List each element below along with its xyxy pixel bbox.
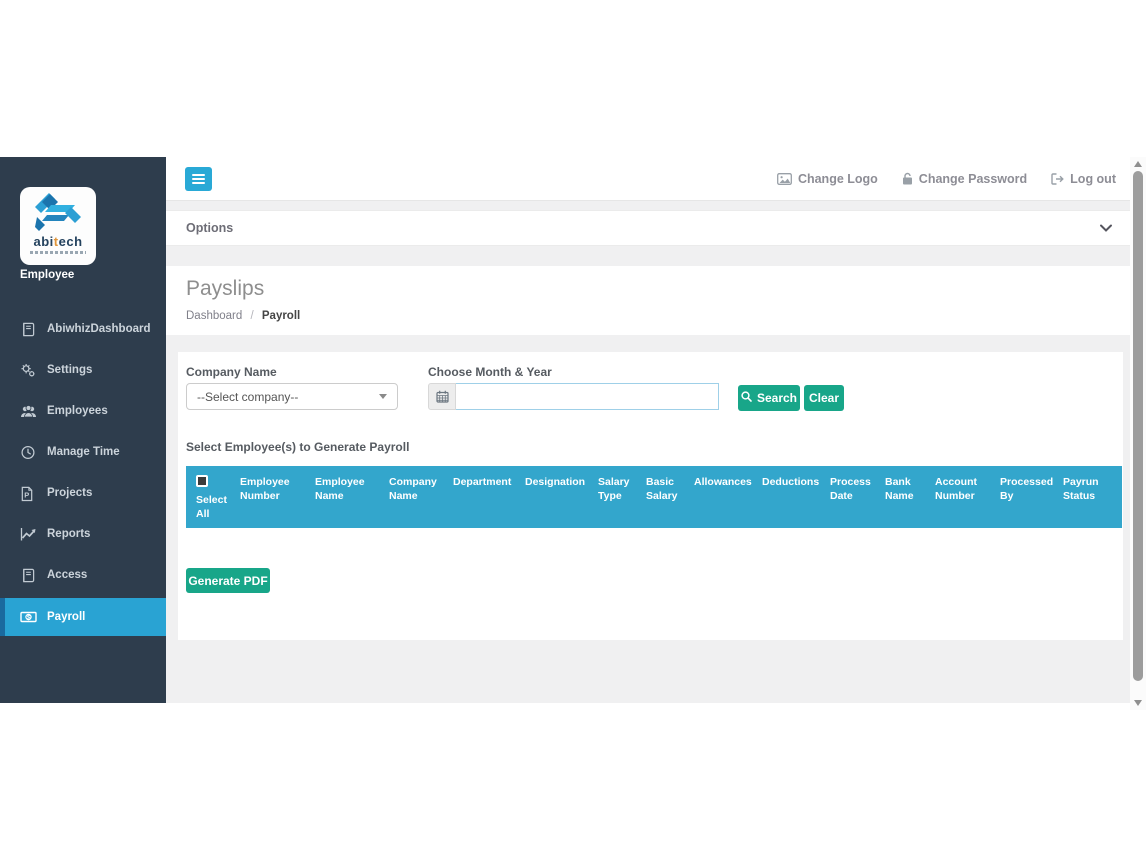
company-name-label: Company Name xyxy=(186,365,277,379)
column-header-bank-name: Bank Name xyxy=(878,466,928,528)
chart-line-icon xyxy=(20,526,37,542)
select-all-checkbox[interactable] xyxy=(196,475,208,487)
lock-icon xyxy=(902,172,913,185)
breadcrumb-dashboard[interactable]: Dashboard xyxy=(186,310,242,322)
users-icon xyxy=(20,403,37,419)
sidebar-item-settings[interactable]: Settings xyxy=(0,355,166,385)
payroll-table-header-row: Select All Employee Number Employee Name… xyxy=(186,466,1122,528)
book-icon xyxy=(20,567,37,583)
company-select-value: --Select company-- xyxy=(197,390,298,404)
sidebar-item-label: Manage Time xyxy=(47,446,120,458)
book-icon xyxy=(20,321,37,337)
page-title: Payslips xyxy=(186,277,264,301)
clear-button[interactable]: Clear xyxy=(804,385,844,411)
column-header-process-date: Process Date xyxy=(823,466,878,528)
sidebar-item-payroll[interactable]: $ Payroll xyxy=(0,598,166,636)
column-header-account-number: Account Number xyxy=(928,466,993,528)
project-file-icon: P xyxy=(20,485,37,501)
vertical-scrollbar xyxy=(1130,157,1146,710)
sidebar: abitech Employee AbiwhizDashboard Settin… xyxy=(0,157,166,703)
sidebar-item-label: Projects xyxy=(47,487,92,499)
options-panel-header[interactable]: Options xyxy=(166,210,1146,246)
logo-wordmark: abitech xyxy=(33,235,82,248)
page-heading-section: Payslips Dashboard / Payroll xyxy=(166,266,1146,335)
logo-tagline xyxy=(30,251,86,254)
search-icon xyxy=(741,391,752,405)
clear-button-label: Clear xyxy=(809,391,839,405)
sidebar-item-label: Reports xyxy=(47,528,90,540)
change-password-link[interactable]: Change Password xyxy=(902,172,1027,186)
change-logo-link[interactable]: Change Logo xyxy=(777,172,878,186)
breadcrumb: Dashboard / Payroll xyxy=(186,310,300,322)
svg-text:$: $ xyxy=(27,614,31,621)
column-header-department: Department xyxy=(446,466,518,528)
gears-icon xyxy=(20,362,37,378)
sidebar-item-label: Settings xyxy=(47,364,92,376)
sidebar-user-role: Employee xyxy=(20,269,74,281)
company-logo: abitech xyxy=(20,187,96,265)
sidebar-item-label: Access xyxy=(47,569,87,581)
column-header-employee-name: Employee Name xyxy=(308,466,382,528)
sidebar-item-label: Employees xyxy=(47,405,108,417)
sidebar-item-manage-time[interactable]: Manage Time xyxy=(0,437,166,467)
column-header-employee-number: Employee Number xyxy=(233,466,308,528)
scroll-down-arrow-icon[interactable] xyxy=(1130,696,1146,710)
image-icon xyxy=(777,173,792,185)
payroll-card: Company Name --Select company-- Choose M… xyxy=(178,352,1123,640)
column-header-basic-salary: Basic Salary xyxy=(639,466,687,528)
scrollbar-thumb[interactable] xyxy=(1133,171,1143,681)
change-logo-label: Change Logo xyxy=(798,172,878,186)
column-header-allowances: Allowances xyxy=(687,466,755,528)
month-year-input[interactable] xyxy=(456,383,719,410)
top-links: Change Logo Change Password Log out xyxy=(777,172,1146,186)
search-button-label: Search xyxy=(757,391,797,405)
generate-pdf-button[interactable]: Generate PDF xyxy=(186,568,270,593)
calendar-icon[interactable] xyxy=(428,383,456,410)
column-header-salary-type: Salary Type xyxy=(591,466,639,528)
chevron-down-icon[interactable] xyxy=(1100,224,1112,232)
breadcrumb-payroll: Payroll xyxy=(262,310,300,322)
month-year-group xyxy=(428,383,719,410)
svg-text:P: P xyxy=(24,490,29,499)
money-icon: $ xyxy=(20,609,37,625)
column-header-company-name: Company Name xyxy=(382,466,446,528)
column-header-processed-by: Processed By xyxy=(993,466,1056,528)
sidebar-item-employees[interactable]: Employees xyxy=(0,396,166,426)
month-year-label: Choose Month & Year xyxy=(428,365,552,379)
log-out-link[interactable]: Log out xyxy=(1051,172,1116,186)
sidebar-item-projects[interactable]: P Projects xyxy=(0,478,166,508)
sidebar-toggle-button[interactable] xyxy=(185,167,212,191)
change-password-label: Change Password xyxy=(919,172,1027,186)
select-all-label: Select All xyxy=(196,493,231,521)
top-bar: Change Logo Change Password Log out xyxy=(166,157,1146,201)
abitech-logo-icon xyxy=(35,193,81,233)
column-header-payrun-status: Payrun Status xyxy=(1056,466,1122,528)
scroll-up-arrow-icon[interactable] xyxy=(1130,157,1146,171)
log-out-label: Log out xyxy=(1070,172,1116,186)
sidebar-item-label: Payroll xyxy=(47,611,85,623)
sidebar-item-abiwhizdashboard[interactable]: AbiwhizDashboard xyxy=(0,314,166,344)
column-header-deductions: Deductions xyxy=(755,466,823,528)
logout-icon xyxy=(1051,173,1064,185)
table-caption: Select Employee(s) to Generate Payroll xyxy=(186,440,409,454)
clock-icon xyxy=(20,444,37,460)
select-all-cell: Select All xyxy=(186,466,233,528)
generate-pdf-label: Generate PDF xyxy=(188,574,267,588)
column-header-designation: Designation xyxy=(518,466,591,528)
select-caret-icon xyxy=(379,394,387,399)
search-button[interactable]: Search xyxy=(738,385,800,411)
sidebar-item-label: AbiwhizDashboard xyxy=(47,323,151,335)
sidebar-item-access[interactable]: Access xyxy=(0,560,166,590)
sidebar-item-reports[interactable]: Reports xyxy=(0,519,166,549)
company-select-dropdown[interactable]: --Select company-- xyxy=(186,383,398,410)
options-label: Options xyxy=(186,221,233,235)
page-canvas: abitech Employee AbiwhizDashboard Settin… xyxy=(0,0,1146,849)
breadcrumb-separator: / xyxy=(250,310,253,322)
